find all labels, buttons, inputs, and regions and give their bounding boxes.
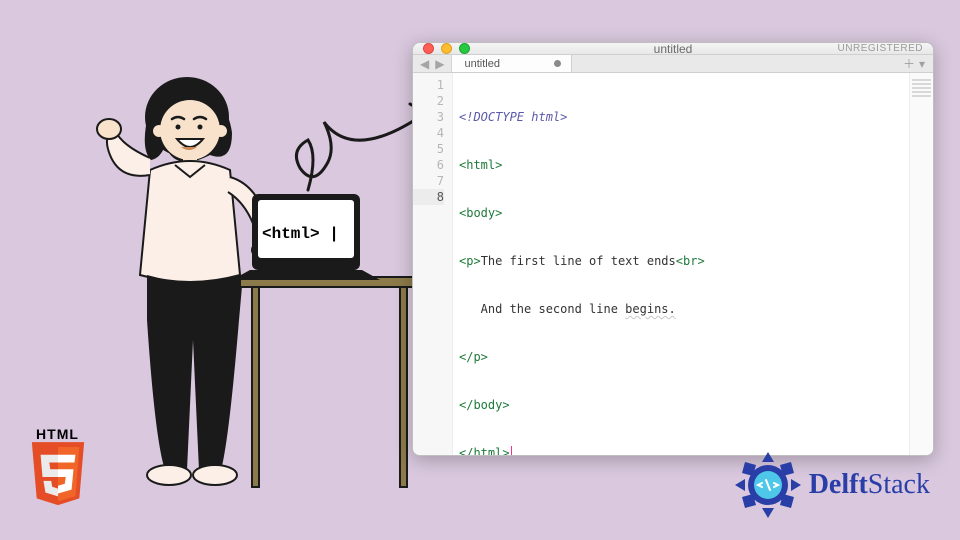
line-number: 7 xyxy=(413,173,444,189)
minimap[interactable] xyxy=(909,73,933,456)
titlebar: untitled UNREGISTERED xyxy=(413,43,933,55)
line-number: 1 xyxy=(413,77,444,93)
code-content[interactable]: <!DOCTYPE html> <html> <body> <p>The fir… xyxy=(453,73,909,456)
line-number: 4 xyxy=(413,125,444,141)
delftstack-wordmark: DelftStack xyxy=(809,469,930,501)
code-token: And the second line xyxy=(459,302,625,316)
html5-shield-icon xyxy=(27,442,89,512)
tab-label: untitled xyxy=(464,58,499,70)
code-area[interactable]: 1 2 3 4 5 6 7 8 <!DOCTYPE html> <html> <… xyxy=(413,73,933,456)
dirty-indicator-icon xyxy=(554,60,561,67)
file-tab[interactable]: untitled xyxy=(452,55,572,72)
code-token: <html> xyxy=(459,158,502,172)
line-number-gutter: 1 2 3 4 5 6 7 8 xyxy=(413,73,453,456)
code-token: </p> xyxy=(459,350,488,364)
tab-menu-icon[interactable]: ▾ xyxy=(919,57,925,71)
tab-actions: ＋ ▾ xyxy=(903,55,933,72)
new-tab-icon[interactable]: ＋ xyxy=(903,55,915,72)
delftstack-logo: DelftStack xyxy=(733,450,930,520)
code-token: <body> xyxy=(459,206,502,220)
delftstack-badge-icon xyxy=(733,450,803,520)
tab-history-nav: ◀ ▶ xyxy=(413,55,452,72)
code-token: begins. xyxy=(625,302,676,316)
laptop-screen-text: <html> | xyxy=(262,225,339,243)
text-cursor xyxy=(511,446,513,456)
editor-window: untitled UNREGISTERED ◀ ▶ untitled ＋ ▾ 1… xyxy=(412,42,934,456)
minimize-icon[interactable] xyxy=(441,43,452,54)
html5-badge: HTML xyxy=(20,426,95,512)
unregistered-label: UNREGISTERED xyxy=(838,43,923,54)
tab-forward-icon[interactable]: ▶ xyxy=(432,57,447,71)
line-number: 2 xyxy=(413,93,444,109)
window-controls xyxy=(423,43,470,54)
line-number: 3 xyxy=(413,109,444,125)
code-token: The first line of text ends xyxy=(481,254,676,268)
close-icon[interactable] xyxy=(423,43,434,54)
tab-back-icon[interactable]: ◀ xyxy=(417,57,432,71)
code-token: <!DOCTYPE html> xyxy=(459,110,567,124)
maximize-icon[interactable] xyxy=(459,43,470,54)
line-number: 5 xyxy=(413,141,444,157)
code-token: </html> xyxy=(459,446,510,456)
line-number: 8 xyxy=(413,189,444,205)
html5-label: HTML xyxy=(20,426,95,442)
tab-bar: ◀ ▶ untitled ＋ ▾ xyxy=(413,55,933,73)
code-token: </body> xyxy=(459,398,510,412)
code-token: <p> xyxy=(459,254,481,268)
line-number: 6 xyxy=(413,157,444,173)
code-token: <br> xyxy=(676,254,705,268)
